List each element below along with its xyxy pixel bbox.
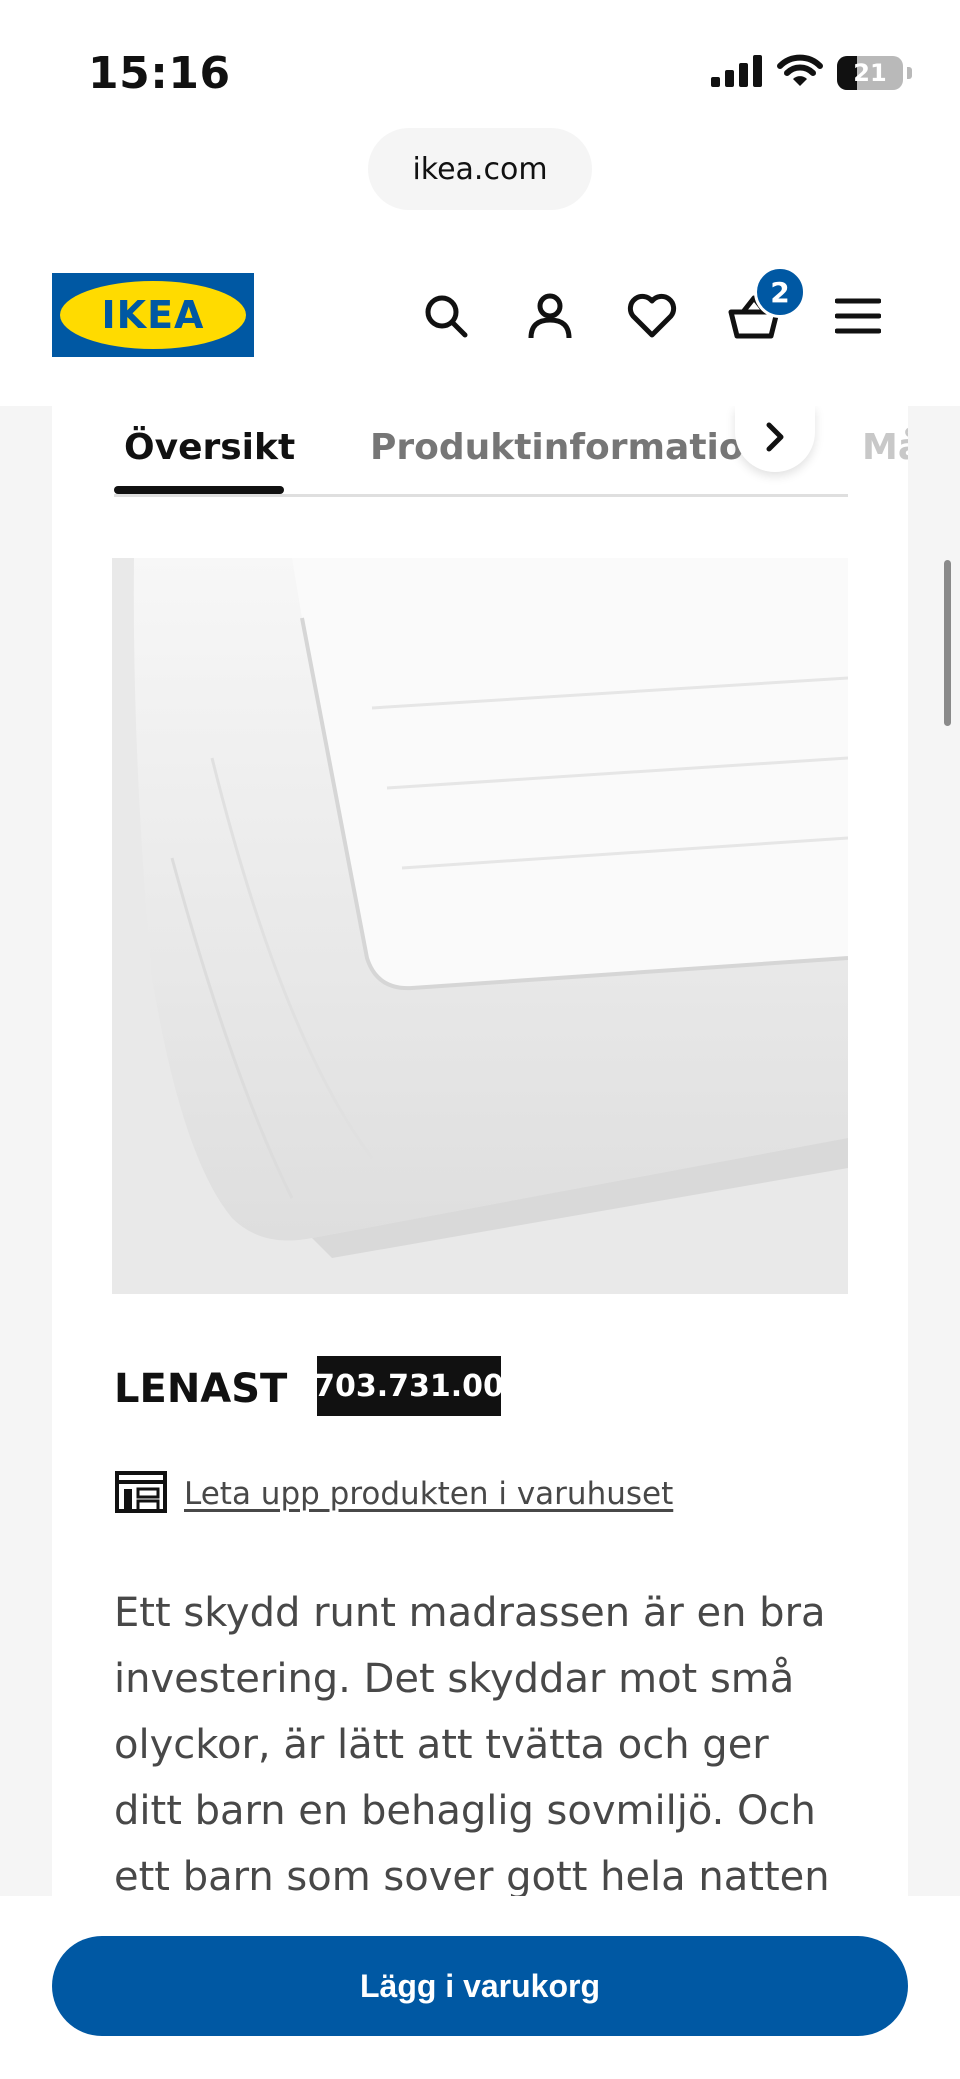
account-icon[interactable] — [522, 288, 578, 344]
bottom-action-bar: Lägg i varukorg — [0, 1896, 960, 2079]
status-icons: 21 — [711, 54, 912, 92]
store-availability-link[interactable]: Leta upp produkten i varuhuset — [114, 1470, 673, 1518]
battery-level: 21 — [853, 59, 887, 87]
active-tab-indicator — [114, 486, 284, 494]
tab-oversikt[interactable]: Översikt — [124, 406, 295, 488]
cart-count-badge: 2 — [754, 266, 806, 318]
battery-icon: 21 — [837, 56, 903, 90]
page-scrollbar[interactable] — [944, 560, 951, 726]
add-to-cart-button[interactable]: Lägg i varukorg — [52, 1936, 908, 2036]
wifi-icon — [777, 54, 823, 92]
heart-icon[interactable] — [624, 288, 680, 344]
signal-icon — [711, 55, 763, 91]
article-number: 703.731.00 — [314, 1356, 504, 1416]
store-icon — [114, 1470, 168, 1518]
search-icon[interactable] — [418, 288, 474, 344]
site-header: IKEA 2 — [0, 240, 960, 406]
product-card: Översikt Produktinformation Må — [52, 406, 908, 1896]
address-bar[interactable]: ikea.com — [368, 128, 592, 210]
tabs-divider — [114, 494, 848, 497]
product-description: Ett skydd runt madrassen är en bra inves… — [114, 1590, 830, 1896]
status-time: 15:16 — [88, 48, 231, 99]
product-image[interactable] — [112, 558, 848, 1294]
product-name: LENAST — [114, 1366, 288, 1412]
ikea-logo[interactable]: IKEA — [52, 273, 254, 357]
logo-text: IKEA — [101, 293, 205, 337]
store-link-label[interactable]: Leta upp produkten i varuhuset — [184, 1476, 673, 1512]
tab-matt[interactable]: Må — [862, 406, 908, 488]
tab-produktinformation[interactable]: Produktinformation — [370, 406, 769, 488]
menu-icon[interactable] — [830, 288, 886, 344]
status-bar: 15:16 21 — [0, 0, 960, 120]
chevron-right-icon — [762, 421, 788, 457]
battery-tip — [907, 67, 912, 79]
